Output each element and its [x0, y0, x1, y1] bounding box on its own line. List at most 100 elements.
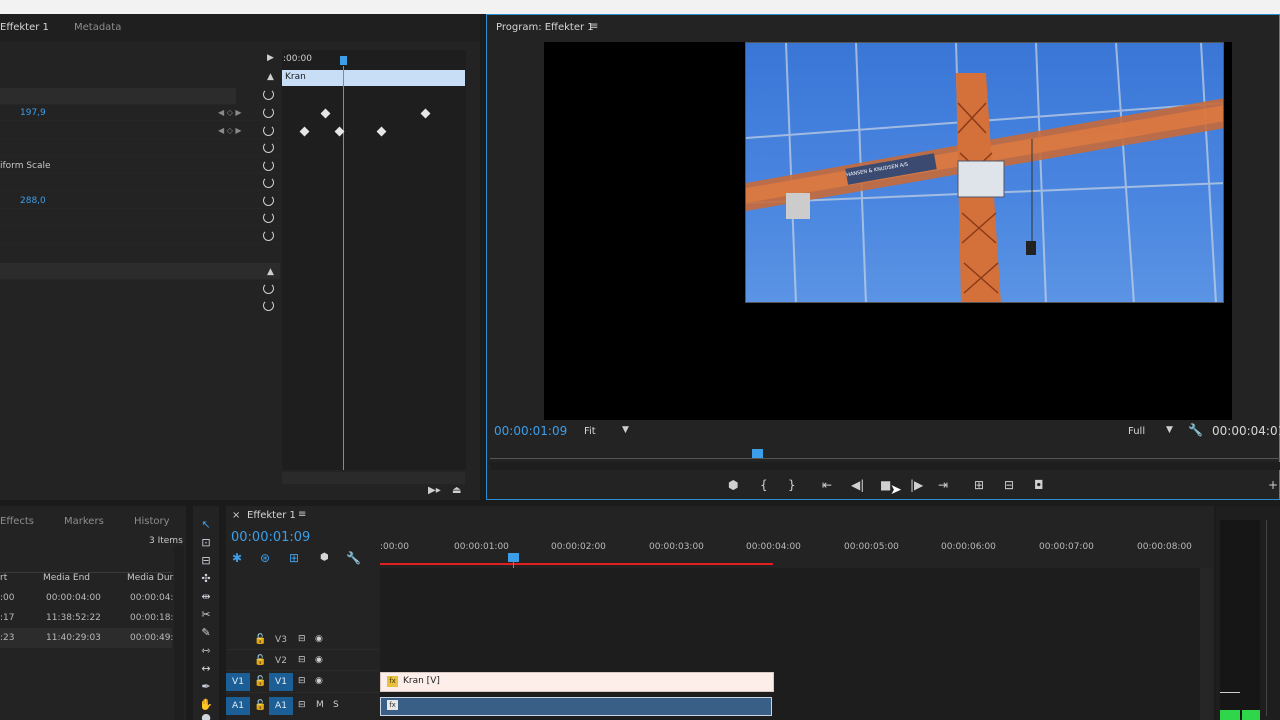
track-name[interactable]: V2: [269, 652, 293, 670]
track-select-icon[interactable]: ⊡: [198, 536, 214, 549]
step-back-icon[interactable]: ◀|: [851, 478, 864, 492]
reset-icon[interactable]: [263, 230, 274, 241]
mark-out-icon[interactable]: }: [788, 478, 796, 492]
reset-icon[interactable]: [263, 300, 274, 311]
table-row[interactable]: :00 00:00:04:00 00:00:04:: [0, 588, 173, 608]
reset-icon[interactable]: [263, 283, 274, 294]
wrench-icon[interactable]: 🔧: [1188, 423, 1203, 437]
toggle-sync-lock-icon[interactable]: ⊟: [298, 655, 306, 665]
timeline-scrollbar[interactable]: [1200, 568, 1212, 720]
slip-tool-icon[interactable]: ✎: [198, 626, 214, 639]
zoom-select[interactable]: Fit ▼: [578, 422, 634, 440]
reset-icon[interactable]: [263, 177, 274, 188]
reset-icon[interactable]: [263, 195, 274, 206]
reset-icon[interactable]: [263, 142, 274, 153]
add-edit-icon[interactable]: ⊞: [289, 551, 299, 565]
wrench-icon[interactable]: 🔧: [346, 551, 361, 565]
panel-menu-icon[interactable]: ≡: [590, 21, 598, 32]
eye-icon[interactable]: ◉: [315, 676, 323, 686]
toggle-sync-lock-icon[interactable]: ⊟: [298, 700, 306, 710]
project-scrollbar[interactable]: [174, 546, 184, 720]
add-button-icon[interactable]: +: [1268, 478, 1278, 492]
linked-selection-icon[interactable]: ⊛: [260, 551, 270, 565]
go-to-out-icon[interactable]: ⇥: [938, 478, 948, 492]
reset-icon[interactable]: [263, 107, 274, 118]
tab-history[interactable]: History: [134, 516, 170, 527]
work-area-bar[interactable]: [380, 563, 773, 565]
razor-tool-icon[interactable]: ✂: [198, 608, 214, 621]
source-patch-a1[interactable]: A1: [226, 697, 250, 715]
ec-clip-bar[interactable]: Kran: [282, 70, 465, 86]
table-row[interactable]: :23 11:40:29:03 00:00:49:: [0, 628, 173, 648]
collapse-arrow-icon[interactable]: ▲: [267, 267, 274, 277]
program-current-time[interactable]: 00:00:01:09: [494, 424, 567, 438]
tab-sequence[interactable]: Effekter 1: [247, 510, 296, 521]
extract-icon[interactable]: ⊟: [1004, 478, 1014, 492]
timeline-current-time[interactable]: 00:00:01:09: [231, 530, 310, 545]
pen-tool-icon[interactable]: ✒: [198, 680, 214, 693]
effect-controls-timeline[interactable]: [282, 50, 466, 470]
program-ruler[interactable]: [490, 458, 1280, 459]
camera-icon[interactable]: ◘: [1034, 478, 1044, 492]
reset-icon[interactable]: [263, 89, 274, 100]
lift-icon[interactable]: ⊞: [974, 478, 984, 492]
expand-arrow-icon[interactable]: ▶: [267, 53, 274, 63]
collapse-arrow-icon[interactable]: ▲: [267, 72, 274, 82]
track-name[interactable]: A1: [269, 697, 293, 715]
share-icon[interactable]: ⏏: [452, 485, 461, 496]
lock-icon[interactable]: 🔓: [254, 676, 266, 687]
audio-clip[interactable]: fx: [380, 697, 772, 716]
ec-playhead-handle[interactable]: [340, 56, 347, 65]
ec-value[interactable]: 197,9: [20, 108, 46, 118]
timeline-ruler[interactable]: :00:00 00:00:01:00 00:00:02:00 00:00:03:…: [380, 540, 1200, 566]
keyframe-nav-icon[interactable]: ◀ ◇ ▶: [218, 126, 242, 135]
ec-value[interactable]: 288,0: [20, 196, 46, 206]
video-frame[interactable]: HANSEN & KNUDSEN A/S: [745, 42, 1224, 303]
panel-menu-icon[interactable]: ≡: [298, 509, 306, 520]
snap-icon[interactable]: ✱: [232, 551, 242, 565]
mark-in-icon[interactable]: {: [760, 478, 768, 492]
col-header[interactable]: rt: [0, 573, 7, 583]
tab-metadata[interactable]: Metadata: [74, 22, 121, 33]
program-monitor-title[interactable]: Program: Effekter 1: [496, 22, 594, 33]
mute-toggle[interactable]: M: [316, 700, 324, 710]
close-icon[interactable]: ×: [232, 510, 240, 521]
tab-effects[interactable]: Effects: [0, 516, 34, 527]
lock-icon[interactable]: 🔓: [254, 634, 266, 645]
tab-markers[interactable]: Markers: [64, 516, 104, 527]
track-name[interactable]: V3: [269, 631, 293, 649]
tab-effekter-1[interactable]: Effekter 1: [0, 22, 49, 33]
program-playhead[interactable]: [752, 449, 763, 458]
quality-select[interactable]: Full ▼: [1122, 422, 1178, 440]
reset-icon[interactable]: [263, 160, 274, 171]
ec-scrollbar[interactable]: [282, 472, 465, 484]
rolling-edit-icon[interactable]: ✣: [198, 572, 214, 585]
hand-tool-icon[interactable]: ✋: [198, 698, 214, 711]
table-row[interactable]: :17 11:38:52:22 00:00:18:: [0, 608, 173, 628]
reset-icon[interactable]: [263, 212, 274, 223]
slide-tool-icon[interactable]: ⇿: [198, 644, 214, 657]
col-header[interactable]: Media End: [43, 573, 90, 583]
eye-icon[interactable]: ◉: [315, 655, 323, 665]
reset-icon[interactable]: [263, 125, 274, 136]
export-frame-icon[interactable]: ▶▸: [428, 485, 441, 496]
step-forward-icon[interactable]: |▶: [910, 478, 923, 492]
ripple-edit-icon[interactable]: ⊟: [198, 554, 214, 567]
add-marker-icon[interactable]: ⬢: [728, 478, 738, 492]
toggle-sync-lock-icon[interactable]: ⊟: [298, 676, 306, 686]
timeline-playhead-handle[interactable]: [508, 553, 519, 562]
add-marker-icon[interactable]: ⬢: [320, 552, 329, 563]
solo-toggle[interactable]: S: [333, 700, 339, 710]
source-patch-v1[interactable]: V1: [226, 673, 250, 691]
zoom-tool-icon[interactable]: ●: [198, 711, 214, 720]
slide-tool-2-icon[interactable]: ↔: [198, 662, 214, 675]
toggle-sync-lock-icon[interactable]: ⊟: [298, 634, 306, 644]
rate-stretch-icon[interactable]: ⇹: [198, 590, 214, 603]
lock-icon[interactable]: 🔓: [254, 655, 266, 666]
video-clip[interactable]: fx Kran [V]: [380, 672, 774, 692]
program-zoom-bar[interactable]: [490, 462, 1280, 470]
selection-tool-icon[interactable]: ↖: [198, 518, 214, 531]
keyframe-nav-icon[interactable]: ◀ ◇ ▶: [218, 108, 242, 117]
track-name[interactable]: V1: [269, 673, 293, 691]
lock-icon[interactable]: 🔓: [254, 700, 266, 711]
